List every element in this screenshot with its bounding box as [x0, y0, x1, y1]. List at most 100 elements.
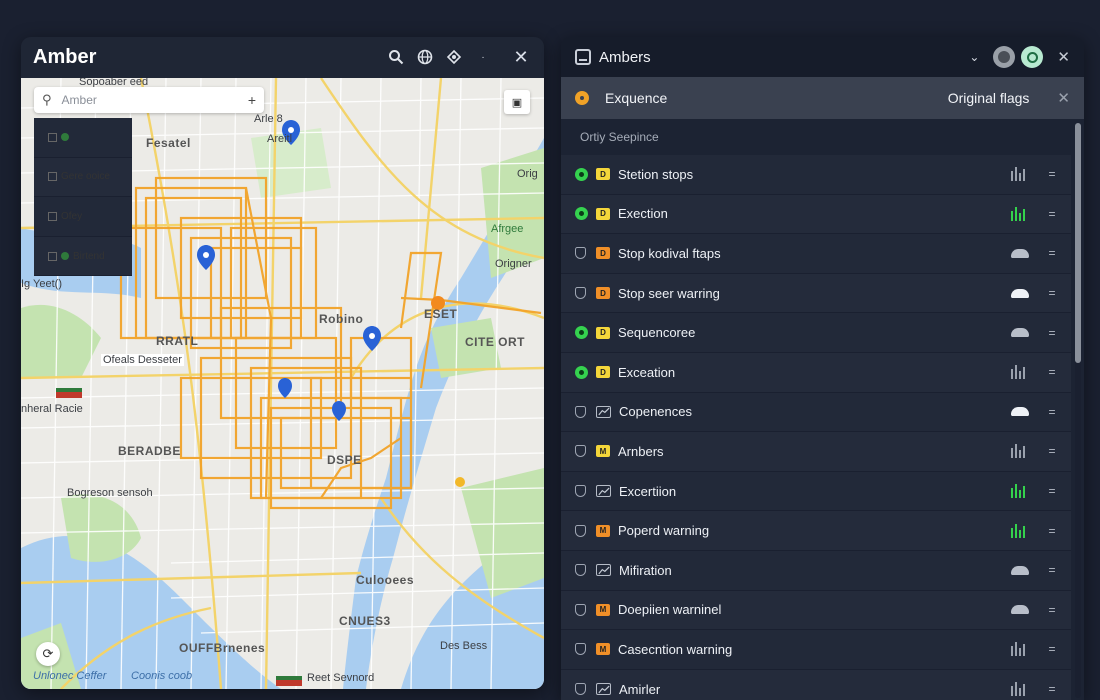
status-avatar[interactable]: [1021, 46, 1044, 68]
globe-icon[interactable]: [414, 46, 436, 68]
shield-icon: [575, 643, 586, 656]
map-window-title: Amber: [33, 45, 97, 68]
list-item[interactable]: M Doepiien warninel =: [561, 590, 1071, 631]
list-item-label: Mifiration: [619, 562, 672, 578]
close-icon[interactable]: ✕: [1057, 48, 1070, 66]
drag-handle-icon[interactable]: =: [1047, 326, 1057, 340]
list-item[interactable]: M Poperd warning =: [561, 511, 1071, 551]
scrollbar-thumb[interactable]: [1075, 123, 1081, 363]
list-item[interactable]: D Stetion stops =: [561, 155, 1071, 195]
drag-handle-icon[interactable]: =: [1047, 603, 1057, 617]
status-active-icon: [575, 167, 588, 181]
signal-bars-icon: [1011, 642, 1029, 657]
map-label: Orig: [517, 168, 538, 180]
cloud-icon: [1011, 605, 1029, 615]
search-icon[interactable]: [385, 46, 407, 68]
map-label: Ofeals Desseter: [101, 354, 184, 366]
type-badge: D: [596, 247, 610, 260]
layer-label: Birtend: [73, 250, 105, 262]
locate-icon[interactable]: ⟳: [36, 642, 60, 666]
more-dot-icon[interactable]: ·: [472, 46, 494, 68]
list-item-label: Copenences: [619, 404, 692, 420]
shield-icon: [575, 683, 586, 696]
list-item[interactable]: D Sequencoree =: [561, 313, 1071, 353]
type-badge: M: [596, 524, 610, 537]
map-titlebar: Amber · ✕: [21, 37, 544, 77]
map-label: DSPE: [327, 453, 362, 467]
list-item[interactable]: D Stop kodival ftaps =: [561, 234, 1071, 274]
type-badge: D: [596, 168, 610, 181]
map-label: Culooees: [356, 573, 415, 587]
map-canvas[interactable]: Sopoaber eed Arle 8 Fesatel Areitl Orig …: [21, 78, 544, 689]
layer-item[interactable]: Birtend: [34, 236, 132, 277]
list-item[interactable]: D Exceation =: [561, 352, 1071, 393]
avatar[interactable]: [993, 46, 1016, 68]
list-item[interactable]: Copenences =: [561, 392, 1071, 433]
drag-handle-icon[interactable]: =: [1047, 365, 1057, 379]
map-label: Bogreson sensoh: [67, 487, 153, 499]
chevron-down-icon[interactable]: ⌄: [969, 50, 979, 64]
map-search-input[interactable]: ⚲ Amber +: [34, 87, 264, 113]
chart-icon: [596, 405, 611, 418]
panel-titlebar: Ambers ⌄ ✕: [561, 37, 1084, 77]
list-item[interactable]: D Stop seer warring =: [561, 273, 1071, 314]
cloud-icon: [1011, 248, 1029, 258]
list-item-label: Exceation: [618, 364, 676, 380]
type-badge: D: [596, 326, 610, 339]
type-badge: D: [596, 207, 610, 220]
list-item[interactable]: M Arnbers =: [561, 432, 1071, 472]
drag-handle-icon[interactable]: =: [1047, 524, 1057, 538]
map-label: Areitl: [267, 133, 293, 145]
map-label: nheral Racie: [21, 403, 83, 415]
drag-handle-icon[interactable]: =: [1047, 167, 1057, 181]
add-icon[interactable]: +: [248, 92, 256, 108]
drag-handle-icon[interactable]: =: [1047, 405, 1057, 419]
drag-handle-icon[interactable]: =: [1047, 286, 1057, 300]
map-label: Unlonec Ceffer: [33, 670, 107, 682]
signal-bars-icon: [1011, 167, 1029, 182]
fullscreen-icon[interactable]: ▣: [504, 90, 530, 114]
checkbox-icon: [48, 251, 57, 261]
layer-label: Gere ooice: [61, 171, 110, 183]
signal-bars-icon: [1011, 682, 1029, 697]
list-item[interactable]: Excertiion =: [561, 471, 1071, 512]
drag-handle-icon[interactable]: =: [1047, 484, 1057, 498]
map-label: BERADBE: [118, 444, 181, 458]
signal-bars-icon: [1011, 444, 1029, 459]
signal-bars-icon: [1011, 365, 1029, 380]
shield-icon: [575, 485, 586, 498]
cloud-icon: [1011, 565, 1029, 575]
layer-item[interactable]: Gere ooice: [34, 157, 132, 198]
layers-icon[interactable]: [443, 46, 465, 68]
original-flags-label[interactable]: Original flags: [948, 90, 1030, 106]
type-badge: D: [596, 287, 610, 300]
layer-label: Ofey: [61, 210, 83, 222]
drag-handle-icon[interactable]: =: [1047, 444, 1057, 458]
chart-icon: [596, 564, 611, 577]
layer-item[interactable]: [34, 118, 132, 158]
close-icon[interactable]: ✕: [1057, 89, 1070, 107]
list-item[interactable]: Amirler =: [561, 669, 1071, 700]
drag-handle-icon[interactable]: =: [1047, 246, 1057, 260]
drag-handle-icon[interactable]: =: [1047, 563, 1057, 577]
chart-icon: [596, 485, 611, 498]
list-item[interactable]: M Casecntion warning =: [561, 630, 1071, 670]
drag-handle-icon[interactable]: =: [1047, 642, 1057, 656]
drag-handle-icon[interactable]: =: [1047, 682, 1057, 696]
sub-header: Ortiy Seepince: [561, 119, 1084, 155]
sequence-header[interactable]: Exquence Original flags ✕: [561, 77, 1084, 119]
list-item-label: Casecntion warning: [618, 641, 733, 657]
map-label: Afrgee: [491, 223, 524, 235]
shield-icon: [575, 287, 586, 300]
drag-handle-icon[interactable]: =: [1047, 207, 1057, 221]
list-item[interactable]: D Exection =: [561, 194, 1071, 235]
list-item-label: Sequencoree: [618, 325, 696, 341]
layer-item[interactable]: Ofey: [34, 197, 132, 237]
checkbox-icon: [48, 132, 57, 142]
shield-icon: [575, 603, 586, 616]
status-active-icon: [575, 207, 588, 221]
map-label: Reet Sevnord: [307, 672, 375, 684]
close-icon[interactable]: ✕: [510, 46, 532, 68]
list-item[interactable]: Mifiration =: [561, 550, 1071, 591]
checkbox-icon: [48, 172, 57, 182]
